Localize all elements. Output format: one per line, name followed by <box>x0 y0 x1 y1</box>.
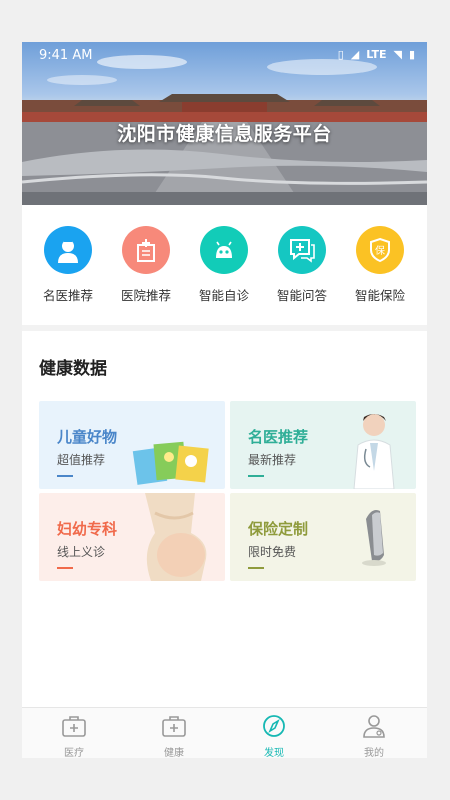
tab-health[interactable]: 健康 <box>134 714 214 758</box>
tab-discover[interactable]: 发现 <box>234 714 314 758</box>
insurance-shield-icon: 保 <box>356 226 404 274</box>
card-accent-bar <box>57 567 73 569</box>
quick-action-self-diagnosis[interactable]: 智能自诊 <box>184 226 264 304</box>
device-image <box>362 510 386 566</box>
bottom-tab-bar: 医疗 健康 发现 我的 <box>22 707 427 758</box>
card-subtitle: 超值推荐 <box>57 453 106 467</box>
card-subtitle: 最新推荐 <box>248 453 297 467</box>
wifi-icon: ◥ <box>393 48 402 61</box>
quick-action-hospital[interactable]: 医院推荐 <box>106 226 186 304</box>
card-famous-doctor[interactable]: 名医推荐 最新推荐 <box>230 401 416 489</box>
tab-label: 医疗 <box>64 748 84 758</box>
user-icon <box>363 715 385 738</box>
status-bar: 9:41 AM ▯ ◢ LTE ◥ ▮ <box>22 42 427 70</box>
robot-icon <box>200 226 248 274</box>
chat-plus-icon <box>278 226 326 274</box>
tab-label: 健康 <box>164 748 184 758</box>
card-kids-goods[interactable]: 儿童好物 超值推荐 <box>39 401 225 489</box>
quick-action-label: 名医推荐 <box>42 288 93 303</box>
tab-mine[interactable]: 我的 <box>334 714 414 758</box>
tab-label: 发现 <box>264 748 284 758</box>
app-screen: 9:41 AM ▯ ◢ LTE ◥ ▮ 沈阳市健康信息服务平台 名医推荐 医院推… <box>22 42 427 758</box>
quick-action-insurance[interactable]: 保 智能保险 <box>340 226 420 304</box>
quick-action-qa[interactable]: 智能问答 <box>262 226 342 304</box>
status-time: 9:41 AM <box>39 48 93 63</box>
card-title: 儿童好物 <box>57 428 118 446</box>
medical-kit-icon <box>62 716 86 737</box>
network-type: LTE <box>366 48 387 61</box>
tab-medical[interactable]: 医疗 <box>34 714 114 758</box>
banner-title: 沈阳市健康信息服务平台 <box>117 123 332 145</box>
battery-icon: ▮ <box>408 48 415 61</box>
card-title: 妇幼专科 <box>57 520 118 538</box>
quick-action-famous-doctor[interactable]: 名医推荐 <box>28 226 108 304</box>
doctor-icon <box>44 226 92 274</box>
health-kit-icon <box>162 716 186 737</box>
card-subtitle: 线上义诊 <box>57 545 106 559</box>
section-divider <box>22 325 427 331</box>
doctor-image <box>353 414 395 489</box>
quick-action-label: 智能问答 <box>276 288 327 303</box>
svg-text:保: 保 <box>375 244 385 257</box>
card-title: 名医推荐 <box>248 428 309 446</box>
compass-icon <box>263 715 285 737</box>
quick-actions: 名医推荐 医院推荐 智能自诊 智能问答 保 智能保险 <box>22 205 427 325</box>
card-accent-bar <box>57 475 73 477</box>
quick-action-label: 智能保险 <box>354 288 405 303</box>
card-title: 保险定制 <box>248 520 309 538</box>
banner[interactable]: 9:41 AM ▯ ◢ LTE ◥ ▮ 沈阳市健康信息服务平台 <box>22 42 427 205</box>
quick-action-label: 智能自诊 <box>198 288 249 303</box>
hospital-icon <box>122 226 170 274</box>
signal-icon: ◢ <box>350 48 360 61</box>
children-books-image <box>132 441 209 485</box>
section-title: 健康数据 <box>39 359 107 379</box>
card-subtitle: 限时免费 <box>248 545 297 559</box>
card-accent-bar <box>248 567 264 569</box>
card-insurance-custom[interactable]: 保险定制 限时免费 <box>230 493 416 581</box>
card-accent-bar <box>248 475 264 477</box>
quick-action-label: 医院推荐 <box>120 288 171 303</box>
pregnant-woman-image <box>145 493 207 581</box>
tab-label: 我的 <box>364 748 384 758</box>
card-maternal-child[interactable]: 妇幼专科 线上义诊 <box>39 493 225 581</box>
vibrate-icon: ▯ <box>337 48 344 61</box>
